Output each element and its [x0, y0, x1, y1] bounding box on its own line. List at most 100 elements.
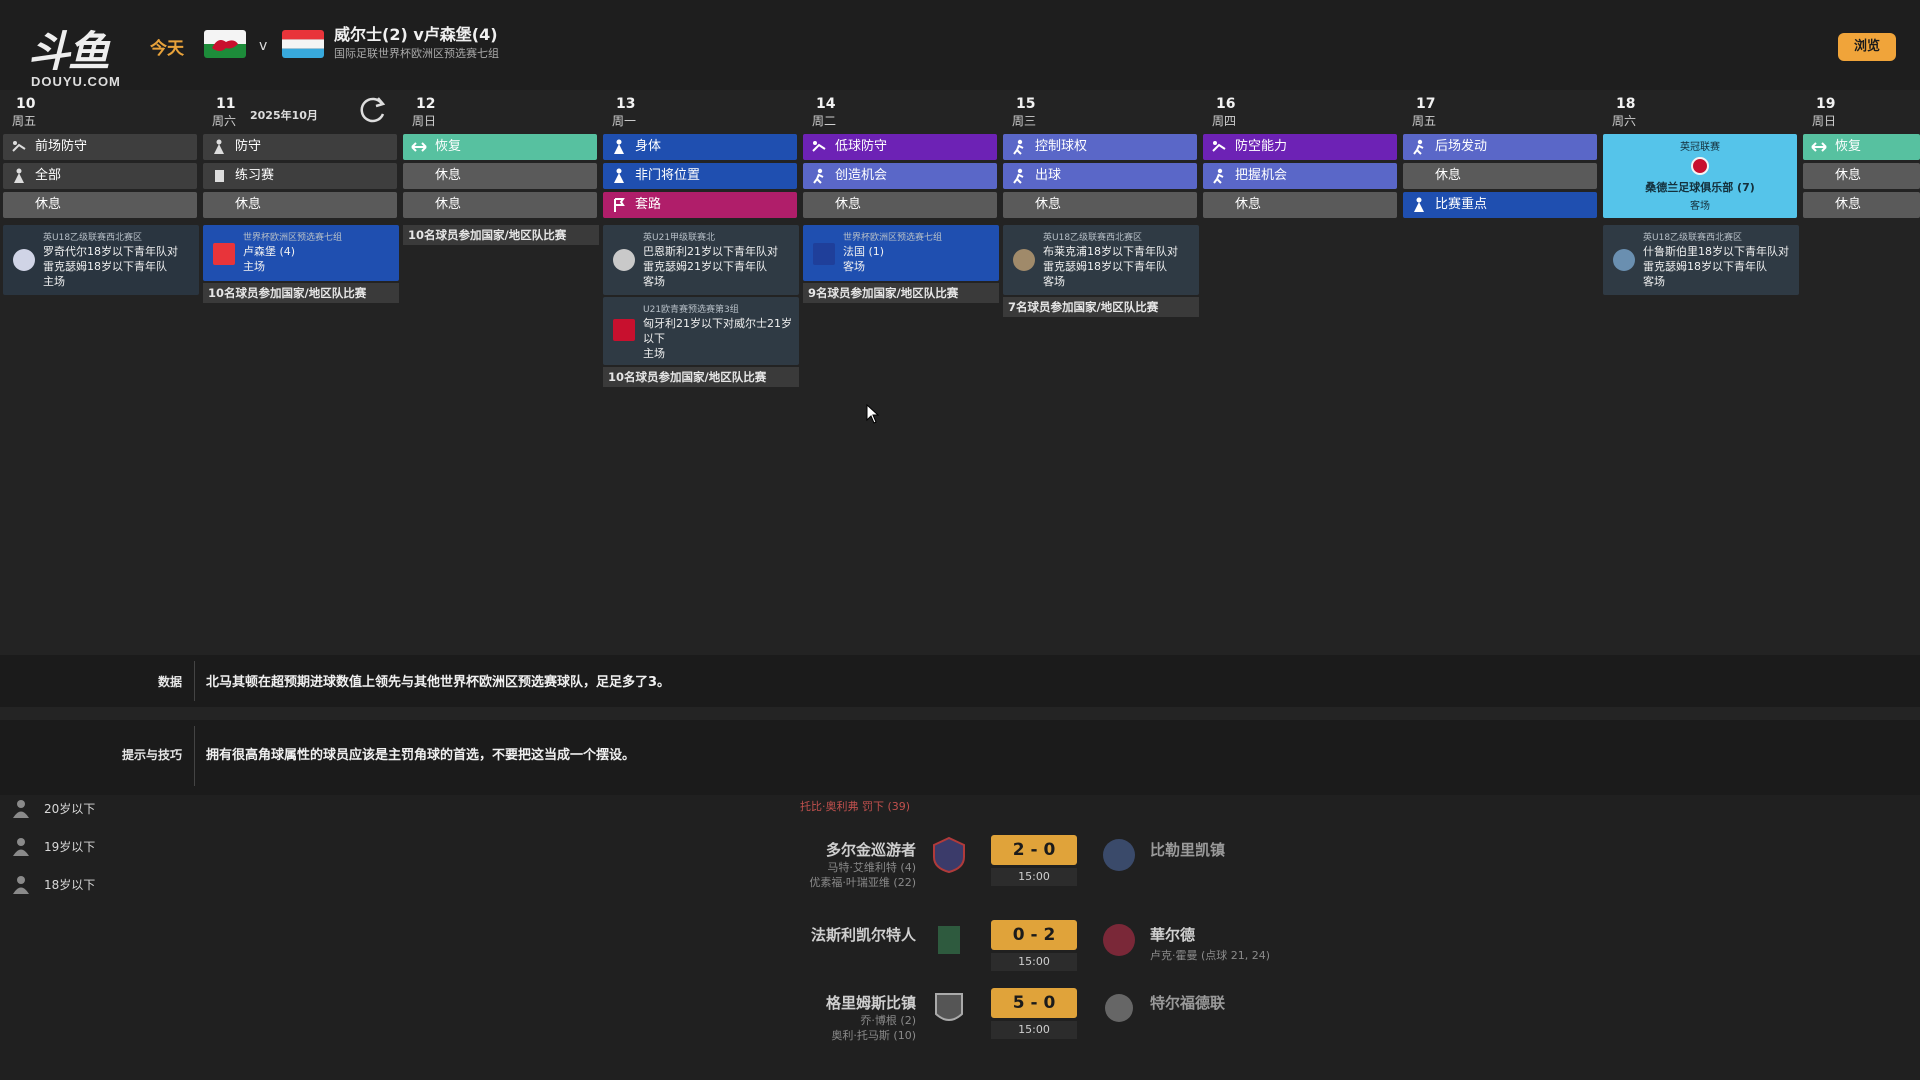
session-slot[interactable]: 防空能力 — [1203, 134, 1397, 160]
result-row[interactable]: 法斯利凯尔特人 0 - 2 15:00 華尔德 卢克·霍曼 (点球 21, 24… — [0, 910, 1920, 980]
match-card[interactable]: U21欧青赛预选赛第3组 匈牙利21岁以下对威尔士21岁 以下 主场 — [603, 297, 799, 365]
day-number: 12 — [416, 96, 436, 112]
day-weekday: 周日 — [1812, 114, 1837, 128]
session-slot[interactable]: 全部 — [3, 163, 197, 189]
session-slot[interactable]: 防守 — [203, 134, 397, 160]
session-slot[interactable]: 恢复 — [1803, 134, 1920, 160]
away-crest-icon — [1102, 837, 1136, 873]
day-weekday: 周六 — [212, 114, 237, 128]
day-number: 17 — [1416, 96, 1436, 112]
session-slot[interactable]: 休息 — [403, 192, 597, 218]
match-competition: 世界杯欧洲区预选赛七组 — [843, 233, 943, 243]
match-card[interactable]: 英U18乙级联赛西北赛区 什鲁斯伯里18岁以下青年队对 雷克瑟姆18岁以下青年队客… — [1603, 225, 1799, 295]
team-icon — [10, 799, 32, 819]
session-slot[interactable]: 身体 — [603, 134, 797, 160]
session-slot[interactable]: 休息 — [3, 192, 197, 218]
session-slot[interactable]: 把握机会 — [1203, 163, 1397, 189]
match-detail: 什鲁斯伯里18岁以下青年队对 雷克瑟姆18岁以下青年队 客场 — [1643, 245, 1789, 288]
match-competition: U21欧青赛预选赛第3组 — [643, 305, 739, 315]
session-slot[interactable]: 套路 — [603, 192, 797, 218]
match-card[interactable]: 英U21甲级联赛北 巴恩斯利21岁以下青年队对 雷克瑟姆21岁以下青年队 客场 — [603, 225, 799, 295]
day-number: 15 — [1016, 96, 1036, 112]
person-icon — [1411, 197, 1427, 213]
event-venue: 客场 — [1690, 201, 1710, 212]
day-number: 14 — [816, 96, 836, 112]
kickoff-time: 15:00 — [991, 1021, 1077, 1039]
match-card[interactable]: 世界杯欧洲区预选赛七组 法国 (1) 客场 — [803, 225, 999, 281]
day-column: 13 周一 身体 非门将位置 套路 英U21甲级联赛北 巴恩斯利21岁以下青年队… — [600, 90, 799, 655]
france-flag-icon — [813, 243, 835, 265]
hungary-flag-icon — [613, 319, 635, 341]
club-crest-icon — [13, 249, 35, 271]
result-row[interactable]: 多尔金巡游者 马特·艾维利特 (4) 优素福·叶瑞亚维 (22) 2 - 0 1… — [0, 825, 1920, 895]
day-weekday: 周一 — [612, 114, 637, 128]
session-slot[interactable]: 后场发动 — [1403, 134, 1597, 160]
douyu-logo: 斗鱼 DOUYU.COM — [28, 27, 133, 90]
away-team: 特尔福德联 — [1150, 994, 1226, 1012]
home-team: 多尔金巡游者 — [825, 841, 916, 859]
session-slot[interactable]: 出球 — [1003, 163, 1197, 189]
session-slot[interactable]: 恢复 — [403, 134, 597, 160]
match-competition: 世界杯欧洲区预选赛七组 — [243, 233, 343, 243]
event-opponent: 桑德兰足球俱乐部 (7) — [1645, 181, 1755, 194]
kickoff-time: 15:00 — [991, 868, 1077, 886]
session-slot[interactable]: 休息 — [1403, 163, 1597, 189]
home-scorer: 马特·艾维利特 (4) — [827, 861, 916, 874]
day-weekday: 周四 — [1212, 114, 1237, 128]
away-scorer: 卢克·霍曼 (点球 21, 24) — [1150, 949, 1271, 962]
red-card-note: 托比·奥利弗 罚下 (39) — [800, 800, 911, 813]
data-label: 数据 — [157, 675, 182, 689]
club-crest-icon — [1013, 249, 1035, 271]
match-card[interactable]: 世界杯欧洲区预选赛七组 卢森堡 (4) 主场 — [203, 225, 399, 281]
session-slot[interactable]: 休息 — [1003, 192, 1197, 218]
clipboard-icon — [211, 168, 227, 184]
match-title[interactable]: 威尔士(2) v卢森堡(4) — [334, 21, 498, 45]
national-team-note: 10名球员参加国家/地区队比赛 — [403, 225, 599, 245]
session-slot[interactable]: 创造机会 — [803, 163, 997, 189]
session-slot[interactable]: 前场防守 — [3, 134, 197, 160]
result-row[interactable]: 格里姆斯比镇 乔·博根 (2) 奥利·托马斯 (10) 5 - 0 15:00 … — [0, 978, 1920, 1048]
match-competition: 英U18乙级联赛西北赛区 — [1043, 233, 1143, 243]
match-competition: 英U18乙级联赛西北赛区 — [43, 233, 143, 243]
session-slot[interactable]: 休息 — [803, 192, 997, 218]
person-icon — [211, 139, 227, 155]
match-card[interactable]: 英U18乙级联赛西北赛区 布莱克浦18岁以下青年队对 雷克瑟姆18岁以下青年队 客场 — [1003, 225, 1199, 295]
today-button[interactable]: 今天 — [150, 34, 184, 59]
session-slot[interactable]: 控制球权 — [1003, 134, 1197, 160]
session-slot[interactable]: 休息 — [403, 163, 597, 189]
session-slot[interactable]: 休息 — [1803, 163, 1920, 189]
sunderland-crest-icon — [1691, 157, 1709, 175]
recovery-icon — [411, 139, 427, 155]
divider — [194, 726, 195, 786]
match-detail: 卢森堡 (4) 主场 — [243, 245, 296, 273]
club-crest-icon — [1613, 249, 1635, 271]
session-slot[interactable]: 休息 — [1803, 192, 1920, 218]
match-detail: 罗奇代尔18岁以下青年队对 雷克瑟姆18岁以下青年队 主场 — [43, 245, 178, 288]
national-team-note: 10名球员参加国家/地区队比赛 — [203, 283, 399, 303]
browse-button[interactable]: 浏览 — [1838, 33, 1896, 61]
session-slot[interactable]: 休息 — [203, 192, 397, 218]
day-column: 18 周六 英冠联赛 桑德兰足球俱乐部 (7) 客场 英U18乙级联赛西北赛区 … — [1600, 90, 1799, 655]
data-text: 北马其顿在超预期进球数值上领先与其他世界杯欧洲区预选赛球队，足足多了3。 — [206, 675, 671, 690]
session-slot[interactable]: 休息 — [1203, 192, 1397, 218]
logo-text: 斗鱼 — [28, 27, 110, 76]
defense-icon — [11, 139, 27, 155]
league-match-event[interactable]: 英冠联赛 桑德兰足球俱乐部 (7) 客场 — [1603, 134, 1797, 218]
national-team-note: 10名球员参加国家/地区队比赛 — [603, 367, 799, 387]
session-slot[interactable]: 非门将位置 — [603, 163, 797, 189]
day-number: 10 — [16, 96, 36, 112]
day-number: 16 — [1216, 96, 1236, 112]
person-icon — [11, 168, 27, 184]
match-detail: 法国 (1) 客场 — [843, 245, 885, 273]
away-crest-icon — [1102, 990, 1136, 1026]
day-column: 14 周二 低球防守 创造机会 休息 世界杯欧洲区预选赛七组 法国 (1) 客场 … — [800, 90, 999, 655]
day-column: 16 周四 防空能力 把握机会 休息 — [1200, 90, 1397, 655]
match-card[interactable]: 英U18乙级联赛西北赛区 罗奇代尔18岁以下青年队对 雷克瑟姆18岁以下青年队 主场 — [3, 225, 199, 295]
session-slot[interactable]: 比赛重点 — [1403, 192, 1597, 218]
home-team: 格里姆斯比镇 — [825, 994, 916, 1012]
session-slot[interactable]: 练习赛 — [203, 163, 397, 189]
home-scorer: 乔·博根 (2) — [860, 1014, 916, 1027]
refresh-icon[interactable] — [356, 94, 388, 126]
filter-u20[interactable]: 20岁以下 — [10, 797, 95, 821]
session-slot[interactable]: 低球防守 — [803, 134, 997, 160]
